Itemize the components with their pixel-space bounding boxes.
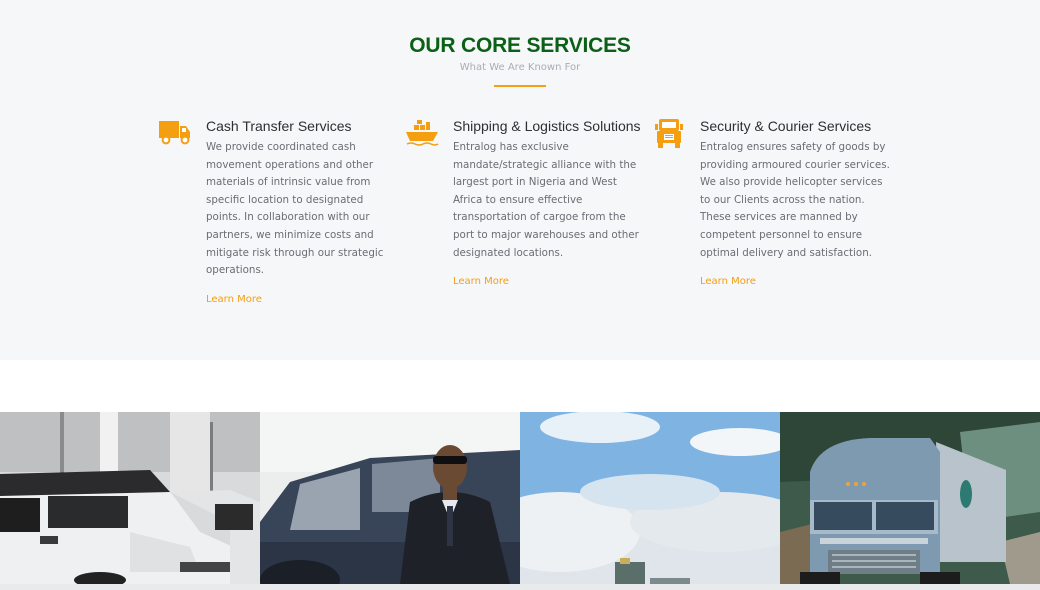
service-title: Cash Transfer Services	[206, 118, 352, 134]
security-guard-photo[interactable]	[260, 412, 520, 584]
service-security-courier: Security & Courier Services Entralog ens…	[655, 118, 890, 287]
core-services-section: OUR CORE SERVICES What We Are Known For …	[0, 0, 1040, 360]
truck-icon	[158, 118, 192, 148]
learn-more-link[interactable]: Learn More	[700, 276, 890, 287]
page-bottom-strip	[0, 584, 1040, 590]
service-description: Entralog has exclusive mandate/strategic…	[453, 141, 639, 259]
section-title: OUR CORE SERVICES	[409, 34, 631, 57]
section-subtitle: What We Are Known For	[459, 62, 581, 73]
armoured-vehicle-photo[interactable]	[0, 412, 260, 584]
service-title: Shipping & Logistics Solutions	[453, 118, 641, 134]
port-sky-photo[interactable]	[520, 412, 780, 584]
truck-front-icon	[652, 118, 686, 148]
service-title: Security & Courier Services	[700, 118, 872, 134]
service-shipping-logistics: Shipping & Logistics Solutions Entralog …	[406, 118, 643, 287]
service-cash-transfer: Cash Transfer Services We provide coordi…	[159, 118, 396, 305]
photo-gallery	[0, 412, 1040, 584]
learn-more-link[interactable]: Learn More	[453, 276, 643, 287]
service-description: We provide coordinated cash movement ope…	[206, 141, 384, 277]
title-divider	[494, 85, 546, 87]
service-description: Entralog ensures safety of goods by prov…	[700, 141, 890, 259]
learn-more-link[interactable]: Learn More	[206, 294, 396, 305]
ship-icon	[405, 118, 439, 148]
truck-highway-photo[interactable]	[780, 412, 1040, 584]
